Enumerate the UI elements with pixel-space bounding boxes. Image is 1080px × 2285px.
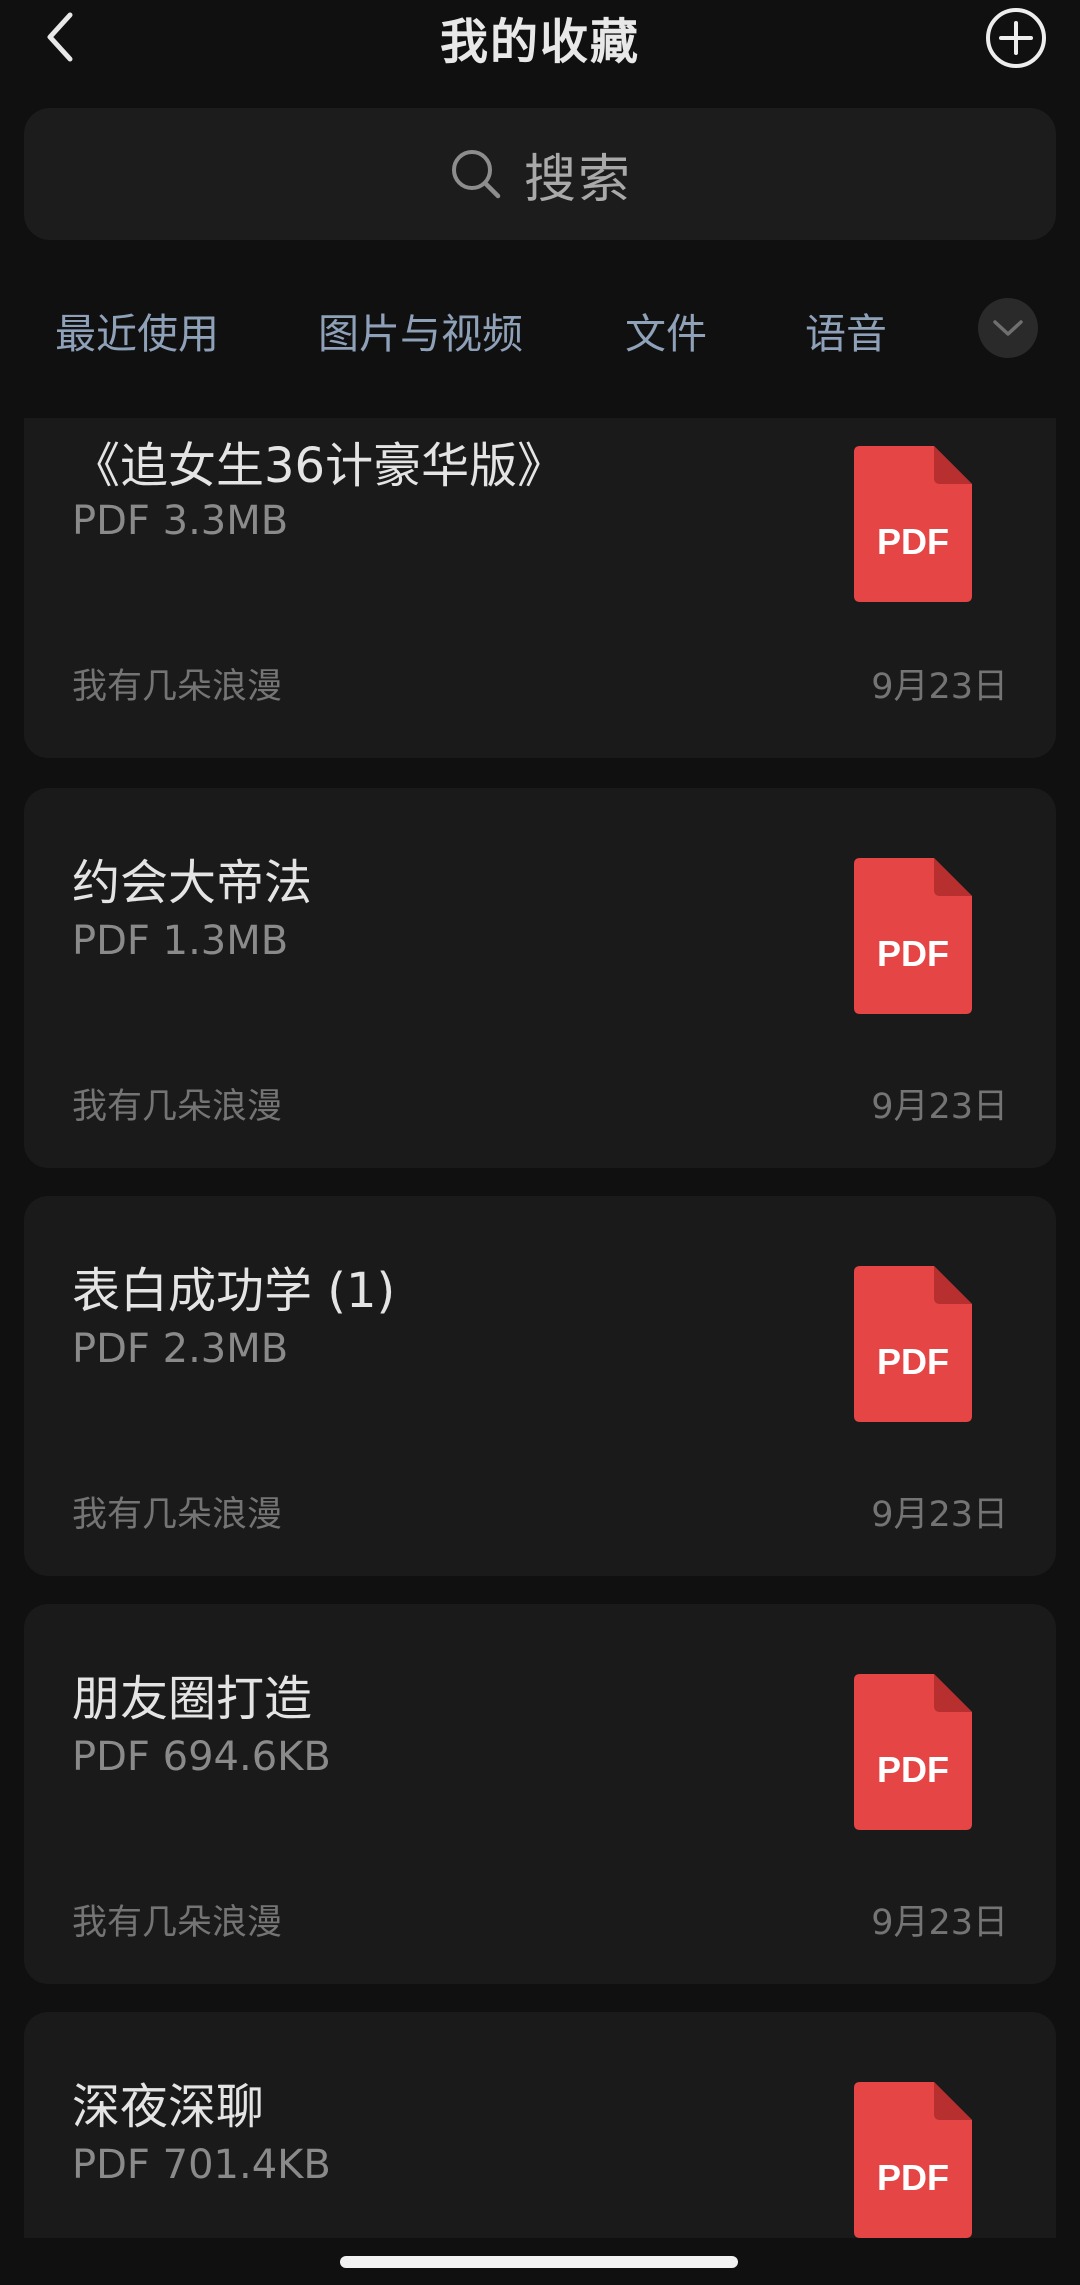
plus-circle-icon	[986, 8, 1046, 68]
item-title: 深夜深聊	[72, 2079, 265, 2135]
item-title: 约会大帝法	[72, 855, 313, 911]
favorites-screen: 我的收藏 搜索 最近使用 图片与视频 文件 语音 《追女生36计豪华版》 PDF…	[0, 0, 1080, 2285]
item-title: 《追女生36计豪华版》	[72, 438, 566, 494]
list-item[interactable]: 《追女生36计豪华版》 PDF 3.3MB 我有几朵浪漫 9月23日 PDF	[24, 418, 1056, 758]
search-icon	[451, 150, 501, 199]
pdf-file-icon: PDF	[854, 446, 972, 602]
item-date: 9月23日	[871, 1903, 1008, 1943]
page-title: 我的收藏	[439, 14, 640, 70]
item-source: 我有几朵浪漫	[72, 1495, 283, 1535]
list-item[interactable]: 深夜深聊 PDF 701.4KB PDF	[24, 2012, 1056, 2238]
pdf-file-icon: PDF	[854, 2082, 972, 2238]
search-placeholder: 搜索	[523, 149, 632, 210]
list-item[interactable]: 表白成功学 (1) PDF 2.3MB 我有几朵浪漫 9月23日 PDF	[24, 1196, 1056, 1576]
search-bar[interactable]: 搜索	[24, 108, 1056, 240]
home-indicator[interactable]	[340, 2256, 738, 2268]
pdf-file-icon: PDF	[854, 1266, 972, 1422]
svg-text:PDF: PDF	[877, 1341, 949, 1382]
category-tabs: 最近使用 图片与视频 文件 语音	[0, 290, 1080, 380]
item-meta: PDF 3.3MB	[72, 498, 289, 544]
tab-recent[interactable]: 最近使用	[55, 290, 219, 370]
item-meta: PDF 701.4KB	[72, 2142, 331, 2188]
favorites-list: 《追女生36计豪华版》 PDF 3.3MB 我有几朵浪漫 9月23日 PDF 约…	[0, 418, 1080, 2238]
tabs-more-button[interactable]	[978, 298, 1038, 358]
tab-images-videos[interactable]: 图片与视频	[318, 290, 523, 370]
svg-text:PDF: PDF	[877, 2157, 949, 2198]
pdf-file-icon: PDF	[854, 858, 972, 1014]
top-nav: 我的收藏	[0, 0, 1080, 100]
svg-text:PDF: PDF	[877, 933, 949, 974]
tab-files[interactable]: 文件	[625, 290, 707, 370]
item-meta: PDF 694.6KB	[72, 1734, 331, 1780]
item-source: 我有几朵浪漫	[72, 1087, 283, 1127]
item-meta: PDF 1.3MB	[72, 918, 289, 964]
svg-text:PDF: PDF	[877, 521, 949, 562]
item-meta: PDF 2.3MB	[72, 1326, 289, 1372]
svg-text:PDF: PDF	[877, 1749, 949, 1790]
item-title: 朋友圈打造	[72, 1671, 313, 1727]
chevron-down-icon	[993, 320, 1023, 336]
item-date: 9月23日	[871, 1087, 1008, 1127]
list-item[interactable]: 约会大帝法 PDF 1.3MB 我有几朵浪漫 9月23日 PDF	[24, 788, 1056, 1168]
item-date: 9月23日	[871, 667, 1008, 707]
item-source: 我有几朵浪漫	[72, 667, 283, 707]
add-button[interactable]	[984, 6, 1048, 70]
list-item[interactable]: 朋友圈打造 PDF 694.6KB 我有几朵浪漫 9月23日 PDF	[24, 1604, 1056, 1984]
tab-voice[interactable]: 语音	[805, 290, 887, 370]
item-date: 9月23日	[871, 1495, 1008, 1535]
item-source: 我有几朵浪漫	[72, 1903, 283, 1943]
pdf-file-icon: PDF	[854, 1674, 972, 1830]
item-title: 表白成功学 (1)	[72, 1263, 396, 1319]
